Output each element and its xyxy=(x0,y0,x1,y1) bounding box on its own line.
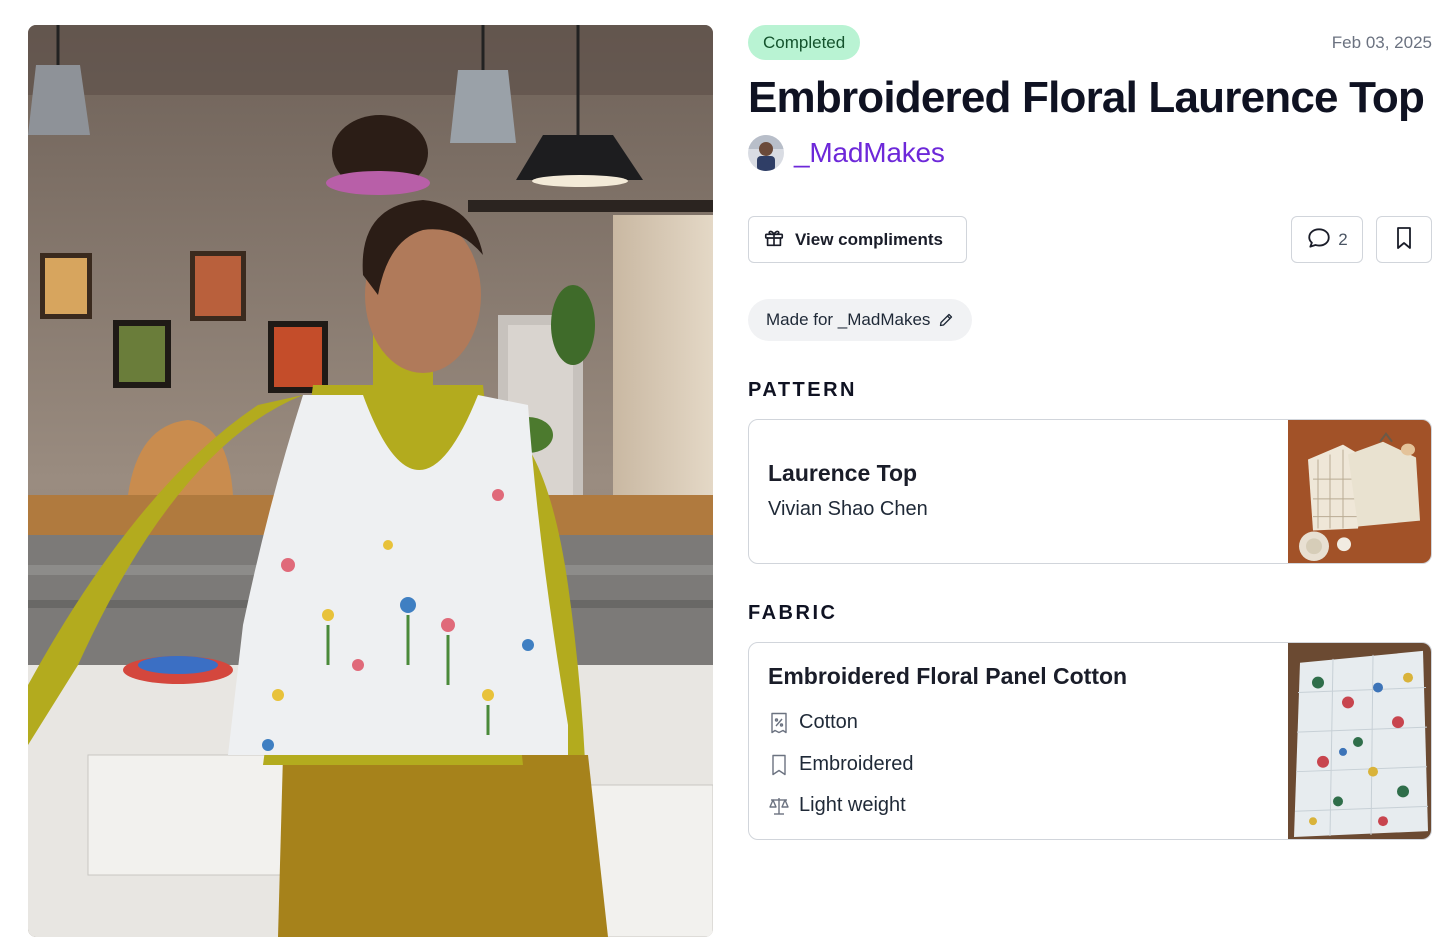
fabric-attribute-label: Light weight xyxy=(799,794,906,816)
comment-icon xyxy=(1306,225,1332,254)
pattern-thumbnail xyxy=(1288,420,1431,563)
project-photo-illustration xyxy=(28,25,713,937)
pattern-section-heading: PATTERN xyxy=(748,379,857,401)
pattern-card[interactable]: Laurence Top Vivian Shao Chen xyxy=(748,419,1432,564)
gift-icon xyxy=(763,227,785,252)
fabric-section-heading: FABRIC xyxy=(748,602,838,624)
avatar[interactable] xyxy=(748,135,784,171)
view-compliments-label: View compliments xyxy=(795,229,944,249)
comments-count: 2 xyxy=(1338,229,1348,249)
author-link[interactable]: _MadMakes xyxy=(748,135,945,171)
made-for-chip[interactable]: Made for _MadMakes xyxy=(748,299,973,341)
avatar-image xyxy=(748,135,784,171)
fabric-attribute-label: Cotton xyxy=(799,711,858,733)
pattern-name: Laurence Top xyxy=(768,460,918,486)
project-title: Embroidered Floral Laurence Top xyxy=(748,73,1425,122)
fabric-card[interactable]: Embroidered Floral Panel Cotton Cotton E… xyxy=(748,642,1432,840)
bookmark-icon xyxy=(1392,225,1416,254)
composition-tag-icon xyxy=(768,712,790,734)
bookmark-outline-icon xyxy=(768,754,790,776)
made-for-label: Made for _MadMakes xyxy=(766,310,931,329)
view-compliments-button[interactable]: View compliments xyxy=(748,216,967,263)
pencil-icon xyxy=(938,312,954,328)
status-badge: Completed xyxy=(748,25,861,60)
fabric-thumbnail xyxy=(1288,643,1431,839)
post-date: Feb 03, 2025 xyxy=(1331,33,1432,52)
pattern-designer: Vivian Shao Chen xyxy=(768,498,928,520)
scale-icon xyxy=(768,796,790,816)
fabric-attribute-label: Embroidered xyxy=(799,753,914,775)
bookmark-button[interactable] xyxy=(1376,216,1432,263)
fabric-attribute-content: Cotton xyxy=(768,711,858,734)
project-photo[interactable] xyxy=(28,25,713,937)
fabric-attribute-technique: Embroidered xyxy=(768,753,914,776)
fabric-attribute-weight: Light weight xyxy=(768,794,906,817)
comments-button[interactable]: 2 xyxy=(1291,216,1363,263)
fabric-name: Embroidered Floral Panel Cotton xyxy=(768,663,1128,689)
author-name[interactable]: _MadMakes xyxy=(794,137,945,169)
